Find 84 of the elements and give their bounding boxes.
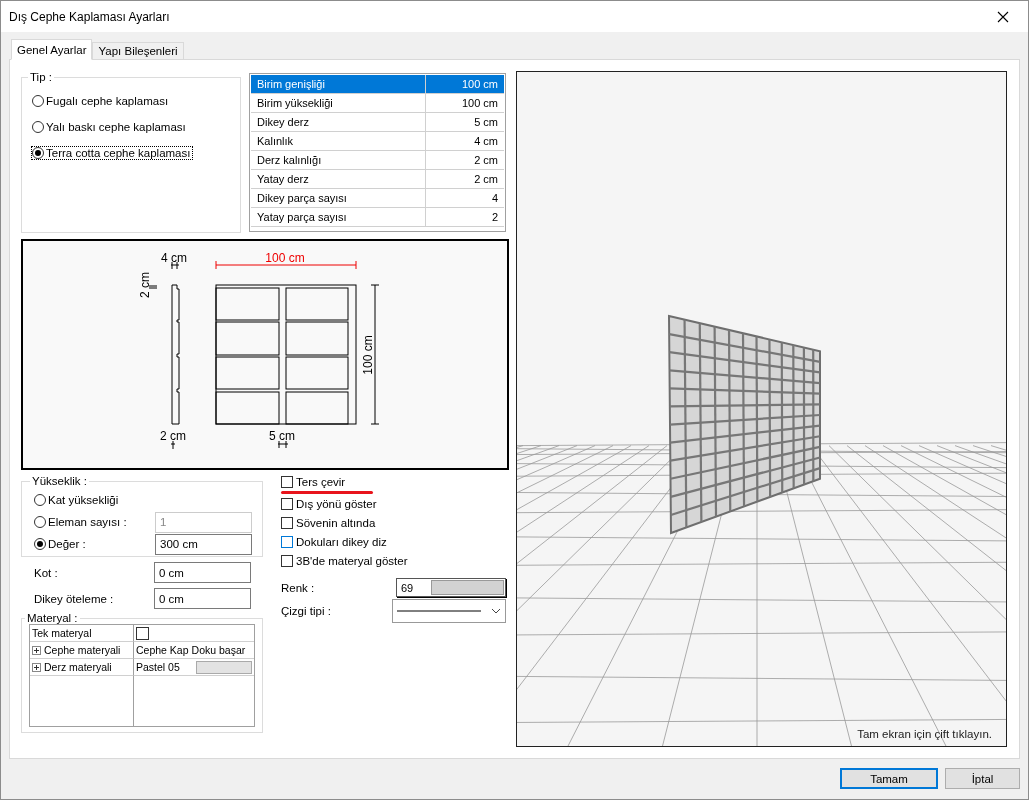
dialog-button[interactable]: İptal bbox=[945, 768, 1020, 789]
table-row[interactable]: Dikey derz 5 cm bbox=[251, 113, 504, 132]
table-cell: Yatay derz bbox=[251, 170, 426, 188]
radio-option[interactable]: Yalı baskı cephe kaplaması bbox=[32, 121, 188, 133]
input-field[interactable]: 0 cm bbox=[154, 588, 251, 609]
table-row[interactable]: Dikey parça sayısı 4 bbox=[251, 189, 504, 208]
dimension-label: 2 cm bbox=[138, 272, 152, 298]
field-label: Kot : bbox=[34, 566, 58, 579]
table-row[interactable]: Derz kalınlığı 2 cm bbox=[251, 151, 504, 170]
table-cell: Birim genişliği bbox=[251, 75, 426, 93]
field-label: Renk : bbox=[281, 581, 315, 594]
checkbox-option[interactable]: Dokuları dikey diz bbox=[281, 535, 387, 549]
thickness-dimension-mark bbox=[170, 261, 180, 270]
tab[interactable]: Yapı Bileşenleri bbox=[92, 42, 184, 60]
chevron-down-icon bbox=[491, 608, 501, 614]
checkbox[interactable] bbox=[281, 555, 293, 567]
table-cell: Kalınlık bbox=[251, 132, 426, 150]
dimension-label: 100 cm bbox=[361, 335, 375, 375]
radio-circle[interactable] bbox=[32, 121, 44, 133]
radio-circle[interactable] bbox=[34, 494, 46, 506]
radio-option[interactable]: Fugalı cephe kaplaması bbox=[32, 95, 171, 107]
vertical-joint-mark bbox=[277, 440, 289, 449]
radio-option[interactable]: Terra cotta cephe kaplaması bbox=[32, 147, 193, 159]
table-cell-text: 5 cm bbox=[473, 115, 499, 130]
group-title: Tip : bbox=[29, 71, 53, 83]
table-cell: Doku başar bbox=[191, 644, 246, 656]
checkbox-option[interactable]: Sövenin altında bbox=[281, 516, 376, 530]
table-row[interactable]: Yatay parça sayısı 2 bbox=[251, 208, 504, 227]
dialog-button[interactable]: Tamam bbox=[840, 768, 938, 789]
group-title: Materyal : bbox=[26, 612, 79, 624]
dimension-label: 4 cm bbox=[161, 251, 187, 265]
checkbox[interactable] bbox=[281, 536, 293, 548]
viewport-panel[interactable]: Tam ekran için çift tıklayın. bbox=[516, 71, 1007, 747]
table-cell-text: 100 cm bbox=[460, 77, 499, 92]
table-row[interactable]: Birim genişliği 100 cm bbox=[251, 75, 504, 94]
checkbox[interactable] bbox=[281, 476, 293, 488]
color-field[interactable]: 69 bbox=[396, 578, 506, 597]
table-row[interactable]: Yatay derz 2 cm bbox=[251, 170, 504, 189]
checkbox[interactable] bbox=[136, 626, 149, 640]
table-cell: Tek materyal bbox=[32, 627, 92, 639]
color-swatch bbox=[196, 660, 252, 674]
table-row[interactable]: Birim yüksekliği 100 cm bbox=[251, 94, 504, 113]
radio-circle[interactable] bbox=[32, 95, 44, 107]
radio-option[interactable]: Kat yüksekliği bbox=[34, 494, 121, 506]
table-cell-text: 2 bbox=[490, 210, 499, 225]
tab[interactable]: Genel Ayarlar bbox=[11, 39, 93, 60]
checkbox[interactable] bbox=[281, 517, 293, 529]
table-cell-text: 4 bbox=[490, 191, 499, 206]
dimension-label: 2 cm bbox=[160, 429, 186, 443]
radio-option[interactable]: Değer : bbox=[34, 538, 88, 550]
checkbox-option[interactable]: Ters çevir bbox=[281, 475, 346, 489]
radio-circle[interactable] bbox=[32, 147, 44, 159]
line-type-dropdown[interactable] bbox=[392, 599, 506, 623]
table-cell: Yatay parça sayısı bbox=[251, 208, 426, 226]
close-icon bbox=[997, 10, 1009, 23]
table-cell-text: 4 cm bbox=[473, 134, 499, 149]
table-cell-text: 100 cm bbox=[460, 96, 499, 111]
dimension-label: 100 cm bbox=[265, 251, 305, 265]
input-field[interactable]: 300 cm bbox=[155, 533, 252, 555]
table-cell: Dikey derz bbox=[251, 113, 426, 131]
bottom-joint-mark bbox=[170, 440, 176, 450]
table-cell: Birim yüksekliği bbox=[251, 94, 426, 112]
table-cell: Cephe Kap bbox=[136, 644, 189, 656]
window-title: Dış Cephe Kaplaması Ayarları bbox=[9, 9, 170, 24]
table-cell: Derz kalınlığı bbox=[251, 151, 426, 169]
joint-dimension-mark bbox=[148, 285, 158, 289]
radio-circle[interactable] bbox=[34, 538, 46, 550]
field-label: Çizgi tipi : bbox=[281, 605, 331, 617]
group-title: Yükseklik : bbox=[31, 475, 88, 487]
field-label: Dikey öteleme : bbox=[34, 592, 114, 605]
table-cell-text: 2 cm bbox=[473, 172, 499, 187]
table-cell: Pastel 05 bbox=[136, 661, 180, 673]
table-cell: Derz materyali bbox=[44, 661, 112, 673]
checkbox[interactable] bbox=[281, 498, 293, 510]
table-row[interactable]: Kalınlık 4 cm bbox=[251, 132, 504, 151]
line-sample-icon bbox=[397, 609, 481, 613]
table-cell: Dikey parça sayısı bbox=[251, 189, 426, 207]
dimension-label: 5 cm bbox=[269, 429, 295, 443]
checkbox-option[interactable]: Dış yönü göster bbox=[281, 497, 377, 511]
table-cell: Cephe materyali bbox=[44, 644, 121, 656]
table-cell-text: 2 cm bbox=[473, 153, 499, 168]
input-field[interactable]: 0 cm bbox=[154, 562, 251, 583]
viewport-hint: Tam ekran için çift tıklayın. bbox=[857, 728, 992, 740]
checkbox-option[interactable]: 3B'de materyal göster bbox=[281, 554, 408, 568]
